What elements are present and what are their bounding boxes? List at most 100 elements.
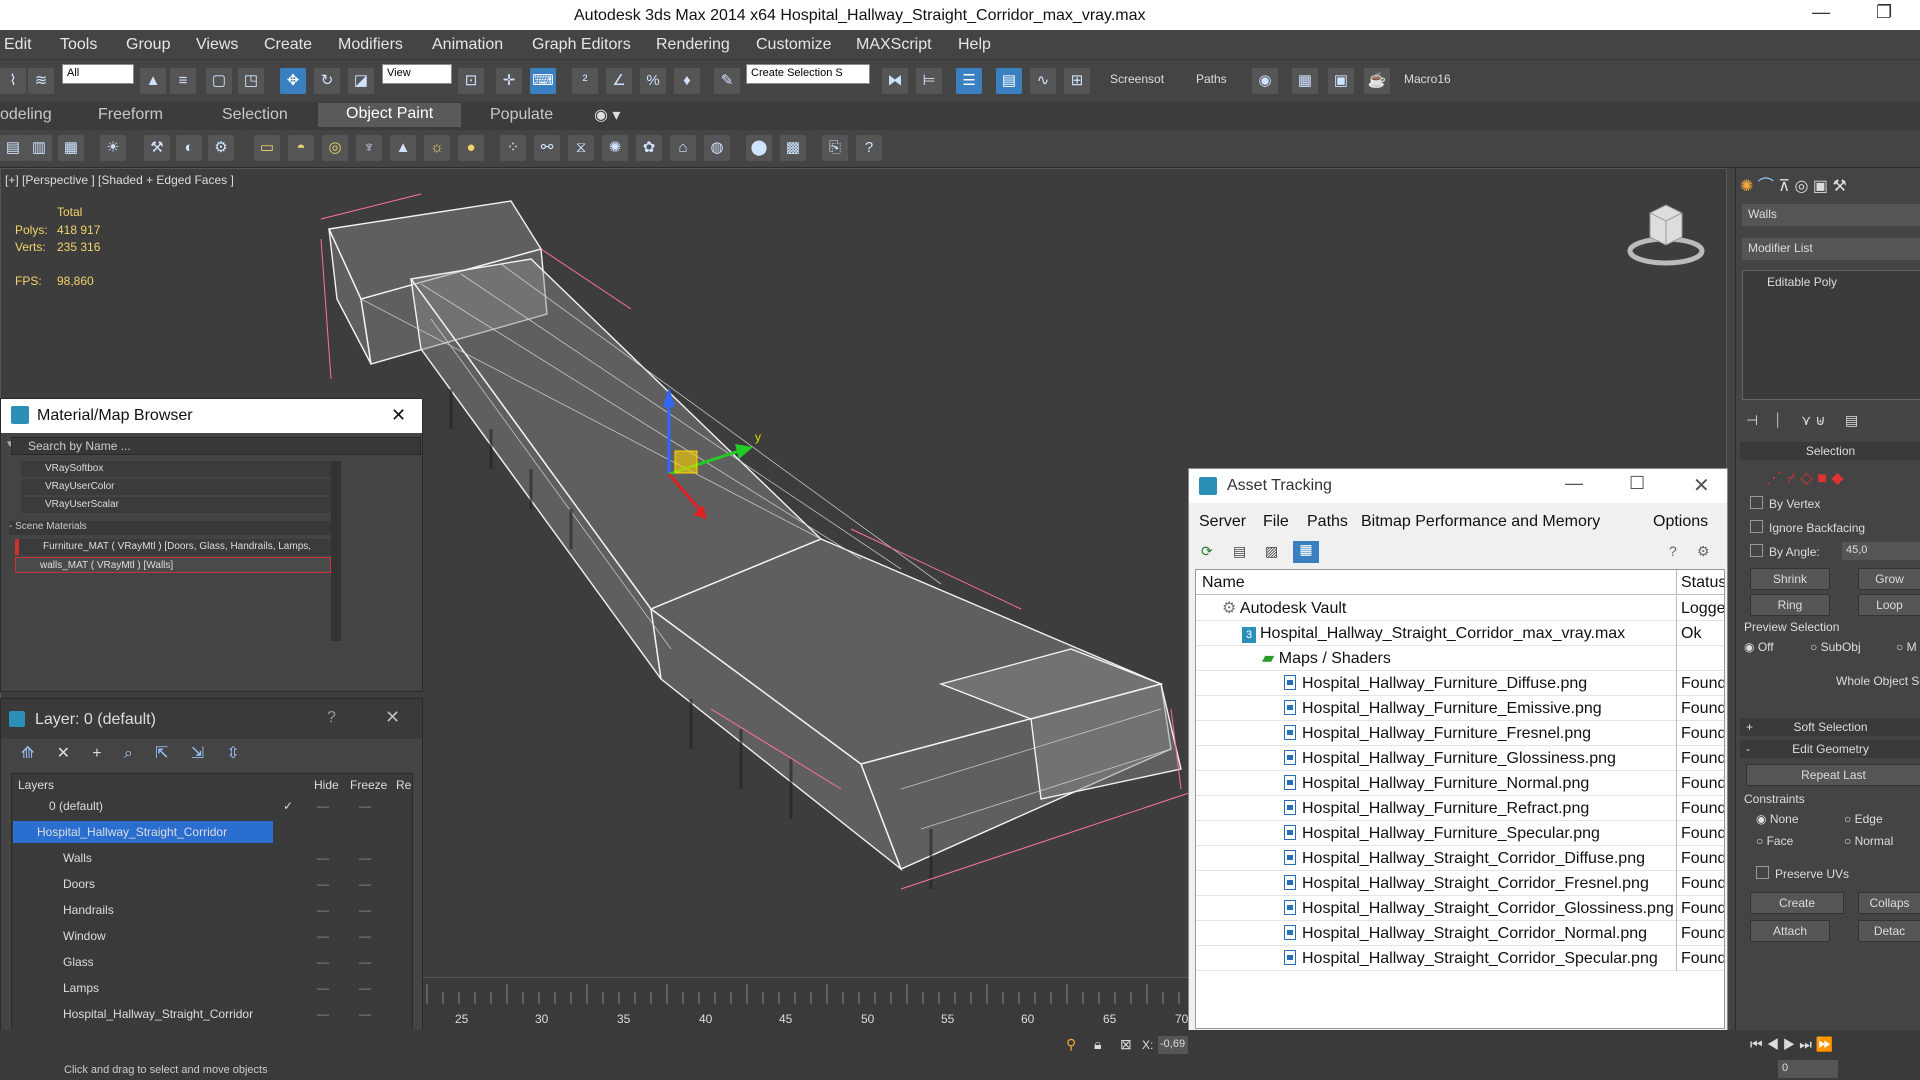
hallway-wireframe-model[interactable]: y xyxy=(301,189,1201,909)
render-setup-icon[interactable]: ▦ xyxy=(1292,68,1318,94)
layer-row[interactable]: Lamps — — xyxy=(13,977,413,999)
selection-filter-select[interactable]: All xyxy=(62,64,134,84)
asset-menu-options[interactable]: Options xyxy=(1653,513,1708,531)
layer-row[interactable]: Hospital_Hallway_Straight_Corridor — — xyxy=(13,1003,413,1025)
add-to-layer-icon[interactable]: + xyxy=(92,745,101,762)
pivot-icon[interactable]: ⊡ xyxy=(458,68,484,94)
grow-button[interactable]: Grow xyxy=(1858,568,1920,590)
utilities-tab-icon[interactable]: ⚒ xyxy=(1833,178,1847,195)
asset-menu-bitmap[interactable]: Bitmap Performance and Memory xyxy=(1361,513,1600,531)
render-teapot-icon[interactable]: ☕ xyxy=(1364,68,1390,94)
preview-subobj-radio[interactable]: ○ SubObj xyxy=(1810,640,1861,654)
asset-row[interactable]: Hospital_Hallway_Straight_Corridor_Gloss… xyxy=(1196,896,1724,921)
material-item-vraysoftbox[interactable]: VRaySoftbox xyxy=(21,461,331,477)
asset-thumb-icon[interactable]: ▨ xyxy=(1265,543,1278,560)
cluster-icon[interactable]: ⚙ xyxy=(208,135,234,161)
toolbar-label-paths[interactable]: Paths xyxy=(1196,72,1227,86)
object-name-field[interactable]: Walls xyxy=(1742,204,1920,226)
command-panel-tabs[interactable]: ✺ ⌒ ⊼ ◎ ▣ ⚒ xyxy=(1740,172,1920,196)
asset-maximize-icon[interactable]: ☐ xyxy=(1629,473,1645,494)
ring-button[interactable]: Ring xyxy=(1750,594,1830,616)
asset-menu-server[interactable]: Server xyxy=(1199,513,1246,531)
timeline-ruler[interactable] xyxy=(423,978,1188,1004)
shell-icon[interactable]: ◍ xyxy=(704,135,730,161)
select-by-name-icon[interactable]: ≡ xyxy=(170,68,196,94)
preview-off-radio[interactable]: ◉ Off xyxy=(1744,640,1774,654)
modifier-stack-editable-poly[interactable]: Editable Poly xyxy=(1747,275,1917,291)
subobject-level-icons[interactable]: ⋰ ⌿ ◇ ■ ◆ xyxy=(1766,468,1844,488)
angle-input[interactable]: 45,0 xyxy=(1842,542,1920,560)
col-hide[interactable]: Hide xyxy=(314,778,339,792)
asset-settings-icon[interactable]: ⚙ xyxy=(1697,543,1710,560)
material-browser-scrollbar[interactable] xyxy=(331,461,341,641)
hide-all-icon[interactable]: ⇲ xyxy=(191,745,204,762)
current-frame-input[interactable]: 0 xyxy=(1778,1060,1838,1078)
asset-table-view-icon[interactable]: ▦ xyxy=(1293,541,1319,563)
asset-row[interactable]: Hospital_Hallway_Furniture_Glossiness.pn… xyxy=(1196,746,1724,771)
render-sphere-icon[interactable]: ⬤ xyxy=(746,135,772,161)
scene-materials-header[interactable]: - Scene Materials xyxy=(9,521,331,535)
tab-object-paint[interactable]: Object Paint xyxy=(318,103,462,127)
preview-multi-radio[interactable]: ○ M xyxy=(1896,640,1917,654)
fur-icon[interactable]: ✿ xyxy=(636,135,662,161)
asset-row-vault[interactable]: ⚙ Autodesk VaultLogged xyxy=(1196,596,1724,621)
menu-edit[interactable]: Edit xyxy=(4,36,32,54)
layer-row[interactable]: Doors — — xyxy=(13,873,413,895)
new-layer-icon[interactable]: ⟰ xyxy=(21,745,34,762)
menu-views[interactable]: Views xyxy=(196,36,238,54)
material-item-walls[interactable]: walls_MAT ( VRayMtl ) [Walls] xyxy=(15,557,331,573)
snaps-toggle-icon[interactable]: ² xyxy=(572,68,598,94)
freeze-all-icon[interactable]: ⇳ xyxy=(226,745,239,762)
tab-freeform[interactable]: Freeform xyxy=(98,106,163,124)
tab-modeling[interactable]: odeling xyxy=(0,106,52,124)
layer-row[interactable]: Window — — xyxy=(13,925,413,947)
stack-controls-icons[interactable]: ⊣ ⏐ ⋎ ⊎ ▤ xyxy=(1746,412,1858,429)
asset-row[interactable]: Hospital_Hallway_Straight_Corridor_Specu… xyxy=(1196,946,1724,971)
playback-controls[interactable]: ⏮ ◀ ▶ ⏭ ⏩ xyxy=(1750,1036,1833,1053)
asset-row[interactable]: Hospital_Hallway_Furniture_Fresnel.png Fo… xyxy=(1196,721,1724,746)
material-browser-close-icon[interactable]: ✕ xyxy=(391,405,406,426)
asset-row[interactable]: Hospital_Hallway_Straight_Corridor_Fresn… xyxy=(1196,871,1724,896)
detach-button[interactable]: Detac xyxy=(1858,920,1920,942)
bone-icon[interactable]: ⚒ xyxy=(144,135,170,161)
layer-row-selected[interactable]: Hospital_Hallway_Straight_Corridor xyxy=(13,821,273,843)
highlight-layer-icon[interactable]: ⇱ xyxy=(155,745,168,762)
col-layers[interactable]: Layers xyxy=(18,778,54,792)
hf-icon[interactable]: ⌂ xyxy=(670,135,696,161)
timeline-track[interactable]: 25 30 35 40 45 50 55 60 65 70 xyxy=(423,978,1188,1030)
mirror-icon[interactable]: ⧓ xyxy=(882,68,908,94)
minimize-button[interactable]: — xyxy=(1812,2,1830,23)
hierarchy-tab-icon[interactable]: ⊼ xyxy=(1778,178,1790,195)
frame-buffer-icon[interactable]: ▩ xyxy=(780,135,806,161)
select-object-icon[interactable]: ▲ xyxy=(140,68,166,94)
asset-col-status[interactable]: Status xyxy=(1676,570,1724,595)
repeat-last-button[interactable]: Repeat Last xyxy=(1746,764,1920,786)
layer-row[interactable]: Walls — — xyxy=(13,847,413,869)
particles-icon[interactable]: ⁘ xyxy=(500,135,526,161)
window-crossing-icon[interactable]: ◳ xyxy=(238,68,264,94)
asset-row-maps[interactable]: ▰ Maps / Shaders xyxy=(1196,646,1724,671)
scene-explorer-icon[interactable]: ▤ xyxy=(0,135,26,161)
reference-coord-select[interactable]: View xyxy=(382,64,452,84)
layer-row[interactable]: 0 (default) ✓ — — xyxy=(13,795,413,817)
loop-button[interactable]: Loop xyxy=(1858,594,1920,616)
asset-refresh-icon[interactable]: ⟳ xyxy=(1201,543,1213,560)
modify-tab-icon[interactable]: ⌒ xyxy=(1758,178,1774,195)
motion-tab-icon[interactable]: ◎ xyxy=(1795,178,1809,195)
layer-tools-icons[interactable]: ⟰ ✕ + ⌕ ⇱ ⇲ ⇳ xyxy=(21,743,240,763)
named-selection-set-select[interactable]: Create Selection S xyxy=(746,64,870,84)
manipulate-icon[interactable]: ✛ xyxy=(496,68,522,94)
asset-minimize-icon[interactable]: — xyxy=(1565,473,1583,494)
asset-menu-file[interactable]: File xyxy=(1263,513,1289,531)
percent-snap-icon[interactable]: % xyxy=(640,68,666,94)
lock-selection-icon[interactable]: 🔒︎ xyxy=(1094,1036,1101,1053)
grid-icon[interactable]: ▦ xyxy=(58,135,84,161)
spinner-snap-icon[interactable]: ♦ xyxy=(674,68,700,94)
layer-row[interactable]: Handrails — — xyxy=(13,899,413,921)
material-item-furniture[interactable]: Furniture_MAT ( VRayMtl ) [Doors, Glass,… xyxy=(15,539,331,568)
asset-row[interactable]: Hospital_Hallway_Furniture_Normal.png Fou… xyxy=(1196,771,1724,796)
by-angle-checkbox[interactable]: By Angle: xyxy=(1750,544,1820,559)
asset-row[interactable]: Hospital_Hallway_Furniture_Specular.png F… xyxy=(1196,821,1724,846)
layer-list-icon[interactable]: ▥ xyxy=(26,135,52,161)
material-editor-icon[interactable]: ◉ xyxy=(1252,68,1278,94)
